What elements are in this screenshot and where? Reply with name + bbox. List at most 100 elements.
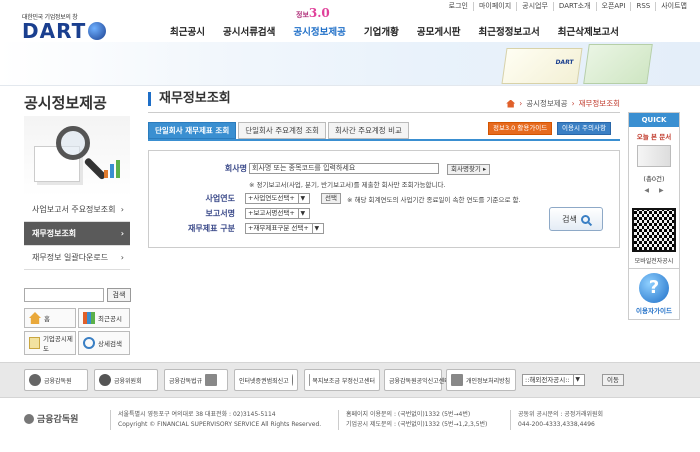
footer-link-law[interactable]: 금융감독법규 [164, 369, 228, 391]
sidebar-search-input[interactable] [24, 288, 104, 302]
fs-type-label: 재무제표 구분 [188, 224, 235, 233]
phone-icon [291, 374, 293, 386]
footer-divider [110, 410, 111, 430]
footer-link-label: 금융위원회 [114, 377, 142, 385]
fs-type-select[interactable]: +재무제표구분 선택+ ▼ [245, 223, 324, 234]
go-button[interactable]: 이동 [602, 374, 624, 386]
overseas-select[interactable]: ::해외전자공시:: ▼ [522, 374, 585, 386]
tab-single-fs[interactable]: 단일회사 재무제표 조회 [148, 122, 237, 139]
user-guide-label: 이용자가이드 [636, 307, 672, 315]
footer-link-label: 개인정보처리방침 [466, 377, 511, 385]
quick-pager: ◀ ▶ [629, 187, 679, 194]
sidebar-item-label: 재무정보조회 [32, 229, 77, 238]
report-select-value: +보고서명선택+ [248, 209, 295, 217]
nav-board[interactable]: 공모게시판 [417, 24, 461, 38]
company-label: 회사명 [224, 164, 247, 173]
sidebar-item-bulk-download[interactable]: 재무정보 일괄다운로드 › [24, 246, 130, 270]
caution-button[interactable]: 이용시 주의사항 [557, 122, 611, 135]
sidebar-item-business-report[interactable]: 사업보고서 주요정보조회 › [24, 198, 130, 222]
company-input[interactable]: 회사명 또는 종목코드를 입력하세요 [249, 163, 439, 174]
footer-divider [510, 410, 511, 430]
nav-search[interactable]: 공시서류검색 [223, 24, 275, 38]
badge-version: 3.0 [308, 6, 330, 20]
chevron-down-icon: ▼ [572, 375, 582, 385]
util-mypage[interactable]: 마이페이지 [472, 2, 516, 11]
footer-link-fss[interactable]: 금융감독원 [24, 369, 88, 391]
footer-logo-text: 금융감독원 [37, 415, 79, 425]
site-logo[interactable]: 대한민국 기업정보의 창 DART [22, 12, 107, 43]
report-label: 보고서명 [205, 209, 235, 218]
book-illustration-dart: DART [501, 48, 583, 84]
util-sitemap[interactable]: 사이트맵 [655, 2, 692, 11]
year-select[interactable]: +사업연도선택+ ▼ [245, 193, 310, 204]
sidebar-item-label: 재무정보 일괄다운로드 [32, 253, 109, 262]
overseas-select-value: ::해외전자공시:: [525, 376, 570, 384]
tab-bar: 단일회사 재무제표 조회 단일회사 주요계정 조회 회사간 주요계정 비교 [148, 122, 409, 139]
report-select[interactable]: +보고서명선택+ ▼ [245, 208, 310, 219]
book-cover-label: DART [554, 59, 574, 66]
nav-company[interactable]: 기업개황 [364, 24, 399, 38]
util-disclosure[interactable]: 공시업무 [516, 2, 553, 11]
guide-button[interactable]: 정보3.0 활용가이드 [488, 122, 553, 135]
company-find-button[interactable]: 회사명찾기 ▸ [447, 164, 491, 175]
footer-link-welfare[interactable]: 복지보조금 부정신고센터 [304, 369, 380, 391]
magnifier-icon [56, 126, 90, 160]
recent-disclosure-button[interactable]: 최근공시 [78, 308, 130, 328]
util-login[interactable]: 로그인 [444, 2, 473, 11]
fsc-logo-icon [99, 374, 111, 386]
quick-header: QUICK [629, 113, 679, 127]
footer-logo: 금융감독원 [24, 412, 78, 425]
sidebar-search-button[interactable]: 검색 [107, 288, 131, 302]
logo-text: DART [22, 19, 87, 43]
page-title: 재무정보조회 [148, 92, 231, 106]
nav-corrected[interactable]: 최근정정보고서 [479, 24, 540, 38]
advanced-search-button[interactable]: 상세검색 [78, 331, 130, 355]
search-button[interactable]: 검색 [549, 207, 603, 231]
disclosure-system-label: 기업공시제도 [42, 335, 73, 353]
footer-link-label: 금융감독원공익신고센터 [389, 377, 450, 385]
sidebar-menu: 사업보고서 주요정보조회 › 재무정보조회 › 재무정보 일괄다운로드 › [24, 198, 130, 270]
util-rss[interactable]: RSS [630, 2, 655, 11]
user-guide-button[interactable]: ? 이용자가이드 [628, 268, 680, 320]
footer-copyright: Copyright © FINANCIAL SUPERVISORY SERVIC… [118, 421, 322, 428]
footer-link-crime[interactable]: 인터넷증권범죄신고 [234, 369, 298, 391]
tab-compare-accounts[interactable]: 회사간 주요계정 비교 [328, 122, 409, 139]
util-openapi[interactable]: 오픈API [595, 2, 631, 11]
home-button[interactable]: 홈 [24, 308, 76, 328]
qr-code-icon[interactable] [632, 208, 676, 252]
footer-link-privacy[interactable]: 개인정보처리방침 [446, 369, 516, 391]
footer-contact-line: 기업공시 제도문의 : (국번없이)1332 (5번→1,2,3,5번) [346, 421, 488, 428]
footer-link-whistle[interactable]: 금융감독원공익신고센터 [384, 369, 450, 391]
chevron-right-icon: › [120, 253, 124, 262]
tab-single-accounts[interactable]: 단일회사 주요계정 조회 [238, 122, 327, 139]
footer-contact-line: 홈페이지 이용문의 : (국번없이)1332 (5번→4번) [346, 411, 471, 418]
prev-icon[interactable]: ◀ [644, 187, 649, 194]
book-illustration [583, 44, 653, 84]
privacy-icon [451, 374, 463, 386]
question-icon: ? [639, 273, 669, 303]
footer-link-fsc[interactable]: 금융위원회 [94, 369, 158, 391]
nav-recent[interactable]: 최근공시 [170, 24, 205, 38]
nav-info[interactable]: 공시정보제공 [293, 24, 345, 38]
year-select-button[interactable]: 선택 [321, 193, 341, 204]
logo-wordmark: DART [22, 19, 107, 43]
sidebar-item-financial-info[interactable]: 재무정보조회 › [24, 222, 130, 246]
year-note: ※ 해당 회계연도의 사업기간 종료일이 속한 연도를 기준으로 함. [347, 196, 521, 204]
book-icon [637, 145, 671, 167]
util-about[interactable]: DART소개 [552, 2, 596, 11]
home-button-label: 홈 [44, 315, 50, 323]
breadcrumb-separator: › [571, 99, 575, 108]
footer-link-label: 금융감독법규 [169, 377, 203, 385]
breadcrumb-item[interactable]: 공시정보제공 [526, 98, 567, 109]
fss-logo-icon [29, 374, 41, 386]
document-icon [29, 337, 40, 349]
home-icon[interactable] [506, 99, 516, 108]
disclosure-system-button[interactable]: 기업공시제도 [24, 331, 76, 355]
year-label: 사업연도 [205, 194, 235, 203]
search-icon [580, 214, 590, 224]
main-navigation: 최근공시 공시서류검색 공시정보제공 기업개황 공모게시판 최근정정보고서 최근… [170, 24, 637, 38]
search-form: 회사명 회사명 또는 종목코드를 입력하세요 회사명찾기 ▸ ※ 정기보고서(사… [148, 150, 620, 248]
nav-deleted[interactable]: 최근삭제보고서 [558, 24, 619, 38]
qr-label: 모바일전자공시 [634, 258, 674, 265]
next-icon[interactable]: ▶ [659, 187, 664, 194]
